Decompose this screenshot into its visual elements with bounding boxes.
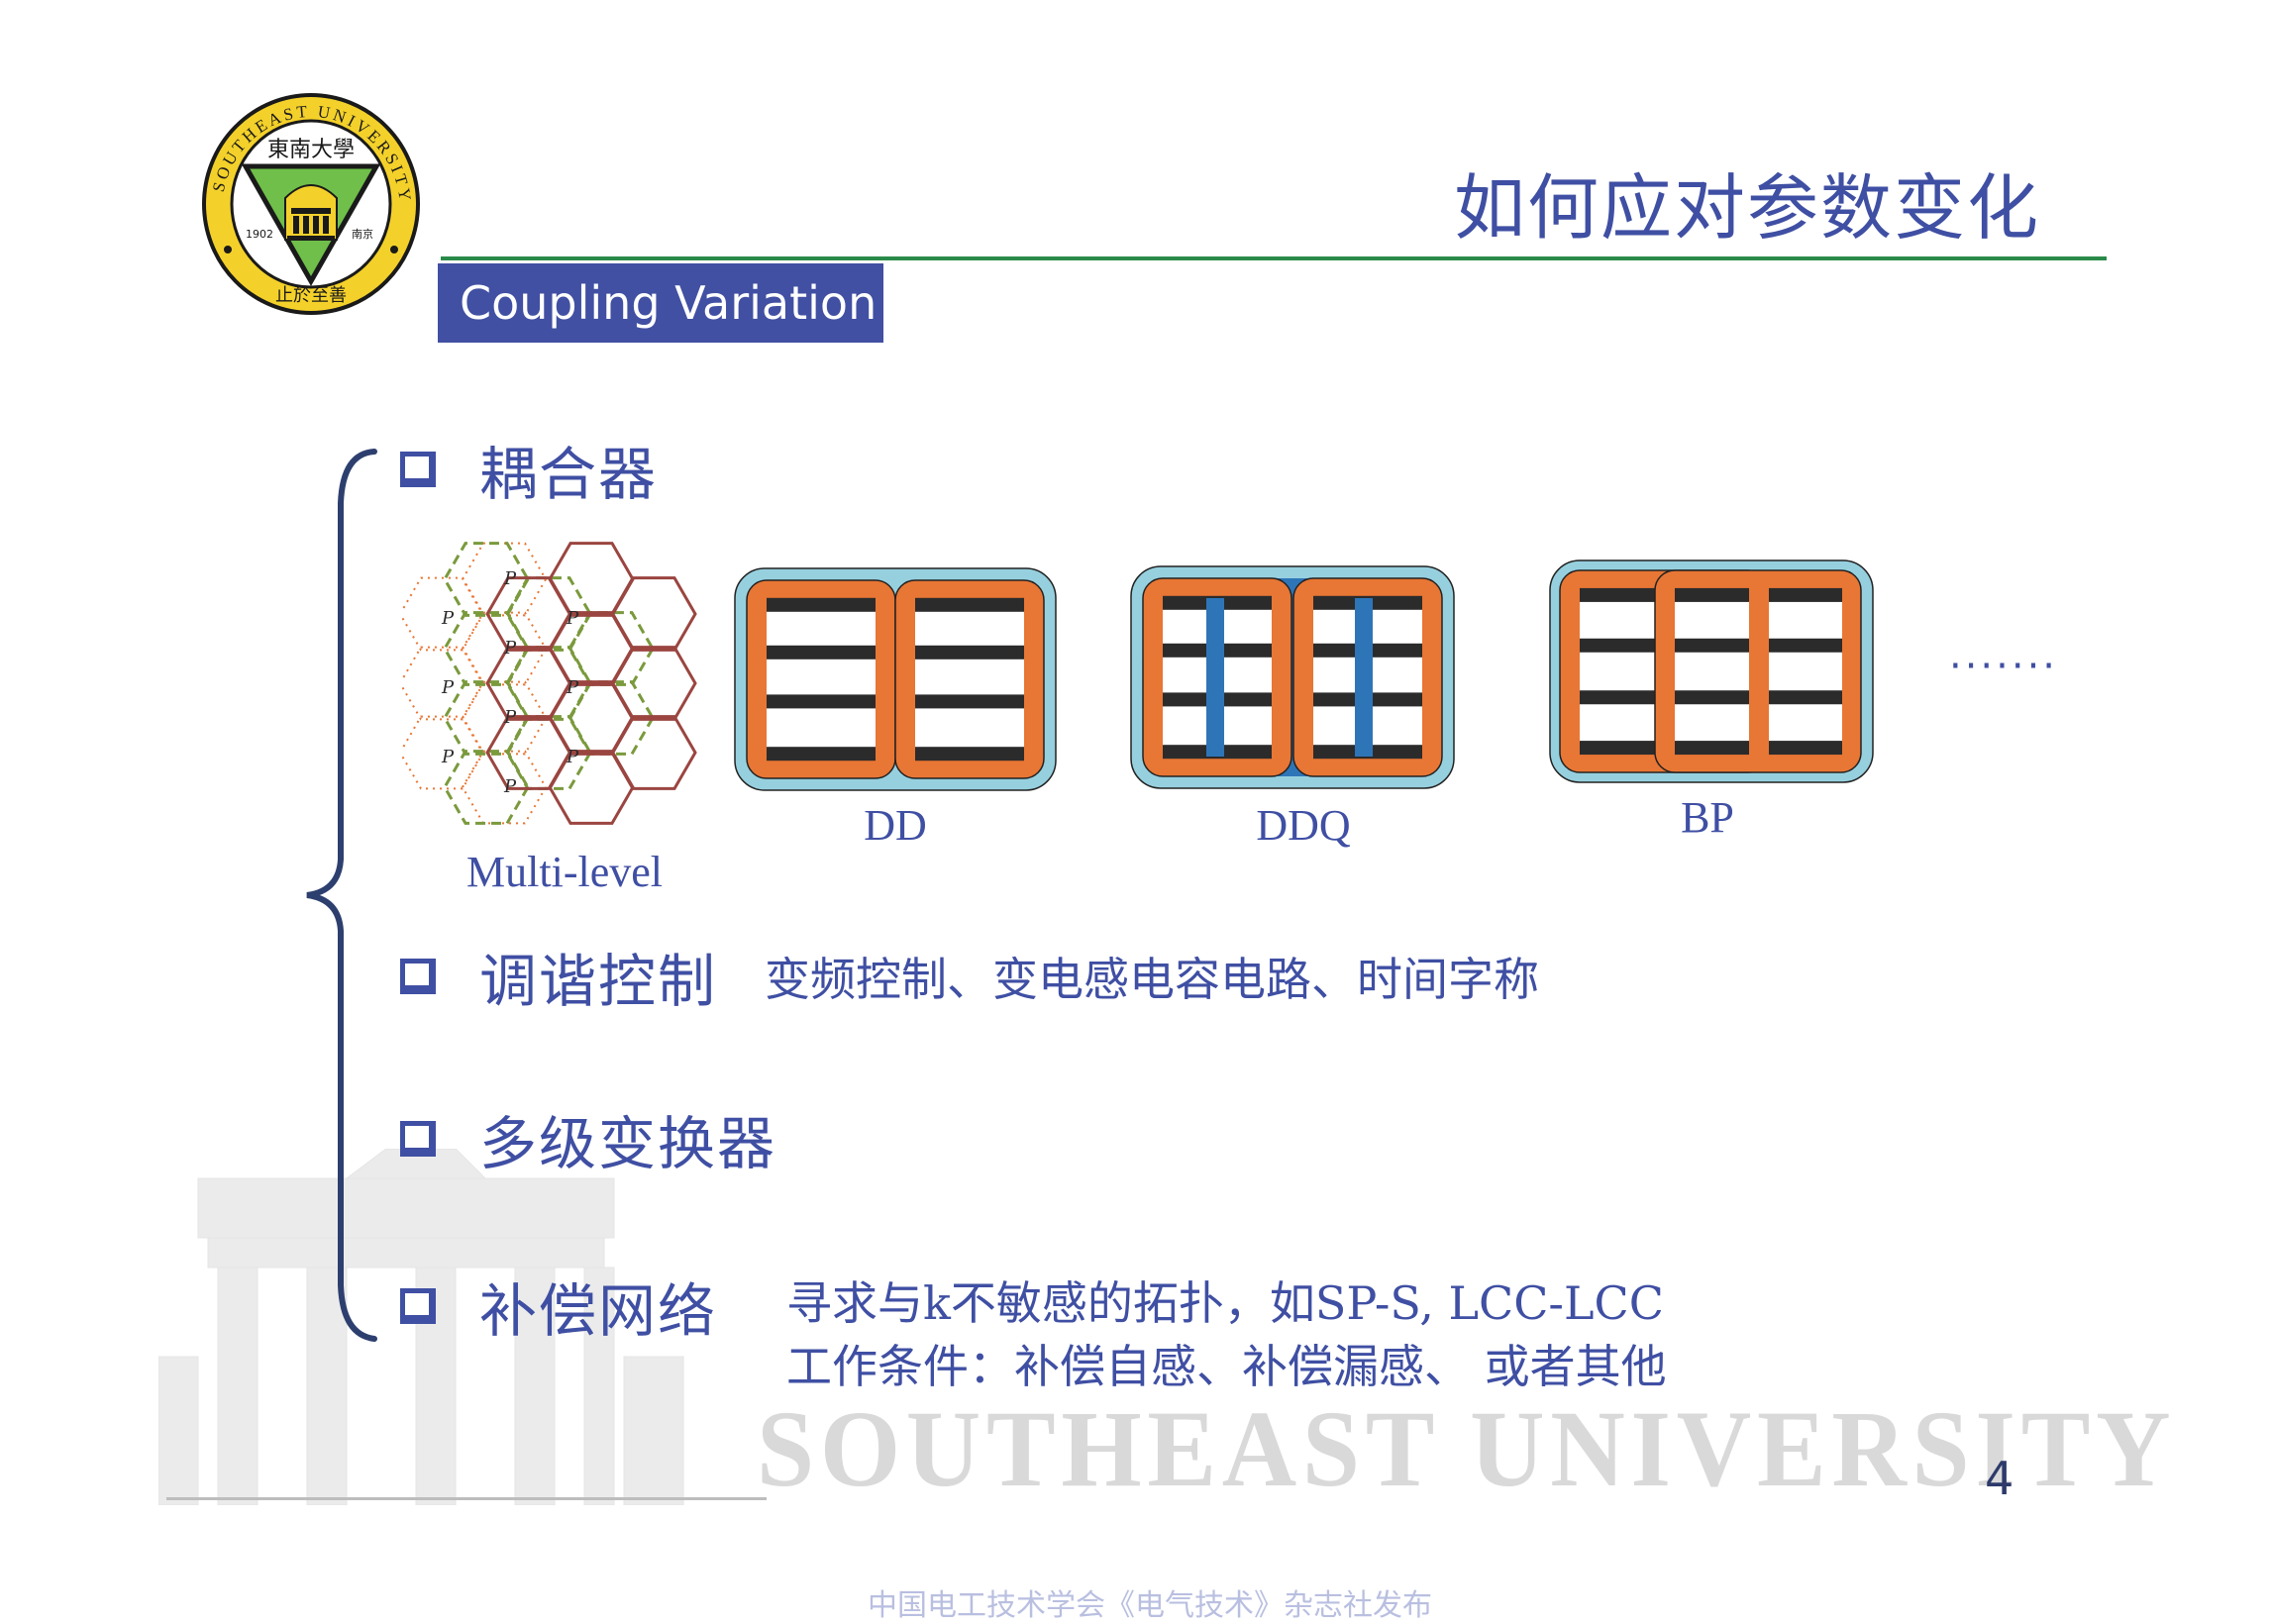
- dd-right-turn-bar: [915, 645, 1024, 660]
- hex-p-label: P: [441, 677, 455, 698]
- bp-turn-bar: [1675, 741, 1749, 756]
- hex-coil-layer3: [610, 576, 697, 652]
- bullet-item-coupler: 耦合器: [400, 428, 658, 511]
- checkbox-bullet-icon: [400, 1288, 436, 1324]
- figure-label-bp: BP: [1681, 793, 1734, 842]
- curly-brace-icon: [306, 449, 377, 1342]
- q-coil-bar: [1355, 598, 1373, 757]
- multilevel-hex-coil-figure: P P P P P P P P P P: [402, 542, 697, 825]
- bp-turn-bar: [1769, 741, 1842, 756]
- bp-turn-bar: [1769, 690, 1842, 705]
- dd-right-turn-bar: [915, 597, 1024, 612]
- ddq-pad-figure: [1130, 565, 1455, 789]
- bullet-item-multilevel-converter: 多级变换器: [400, 1097, 776, 1180]
- title-rule: [441, 256, 2107, 260]
- bullet-heading: 多级变换器: [479, 1110, 777, 1177]
- hex-p-label: P: [566, 608, 579, 629]
- university-logo: SOUTHEAST UNIVERSITY 東南大學 1902 南京 止於至善: [202, 93, 420, 315]
- university-watermark-text: SOUTHEAST UNIVERSITY: [757, 1388, 2177, 1509]
- section-banner-text: Coupling Variation: [460, 276, 877, 330]
- bp-turn-bar: [1769, 638, 1842, 653]
- hex-p-label: P: [566, 677, 579, 698]
- bullet-heading: 调谐控制: [479, 948, 718, 1015]
- bullet-description-block: 寻求与k不敏感的拓扑，如SP-S, LCC-LCC 工作条件：补偿自感、补偿漏感…: [786, 1271, 1667, 1398]
- dd-right-turn-bar: [915, 694, 1024, 709]
- hex-p-label: P: [503, 707, 517, 728]
- dd-pad-figure: [734, 567, 1057, 791]
- page-number: 4: [1985, 1452, 2014, 1505]
- bp-turn-bar: [1675, 638, 1749, 653]
- watermark-baseline: [166, 1497, 767, 1500]
- checkbox-bullet-icon: [400, 1121, 436, 1157]
- description-line: 工作条件：补偿自感、补偿漏感、 或者其他: [786, 1340, 1667, 1393]
- dd-left-turn-bar: [767, 645, 876, 660]
- figure-label-dd: DD: [864, 801, 927, 850]
- dd-right-turn-bar: [915, 747, 1024, 761]
- bullet-description: 变频控制、变电感电容电路、时间字称: [765, 953, 1540, 1006]
- dd-right-window: [915, 600, 1024, 759]
- bullet-heading: 耦合器: [479, 441, 659, 508]
- bullet-item-compensation-network: 补偿网络: [400, 1265, 717, 1348]
- logo-motto: 止於至善: [275, 285, 347, 306]
- dd-left-turn-bar: [767, 597, 876, 612]
- dd-left-turn-bar: [767, 747, 876, 761]
- bullet-heading: 补偿网络: [479, 1277, 718, 1345]
- bp-window: [1675, 590, 1749, 753]
- section-banner: Coupling Variation: [438, 263, 883, 343]
- slide-title: 如何应对参数变化: [1453, 166, 2040, 250]
- bullet-item-tuning-control: 调谐控制 变频控制、变电感电容电路、时间字称: [400, 935, 1539, 1018]
- bp-pad-figure: [1549, 559, 1874, 783]
- hex-p-label: P: [441, 608, 455, 629]
- figure-label-multilevel: Multi-level: [466, 848, 663, 896]
- logo-chinese-name: 東南大學: [267, 138, 355, 162]
- dd-left-turn-bar: [767, 694, 876, 709]
- logo-year: 1902: [246, 228, 273, 241]
- logo-city: 南京: [352, 227, 373, 241]
- description-line: 寻求与k不敏感的拓扑，如SP-S, LCC-LCC: [786, 1276, 1664, 1330]
- bp-turn-bar: [1769, 587, 1842, 602]
- hex-p-label: P: [566, 747, 579, 767]
- checkbox-bullet-icon: [400, 452, 436, 487]
- dd-left-window: [767, 600, 876, 759]
- more-ellipsis: ·······: [1949, 644, 2059, 689]
- hex-p-label: P: [441, 747, 455, 767]
- bp-turn-bar: [1675, 690, 1749, 705]
- hex-p-label: P: [503, 568, 517, 589]
- q-coil-bar: [1206, 598, 1224, 757]
- hex-coil-layer3: [548, 542, 635, 617]
- bp-window: [1769, 590, 1842, 753]
- publisher-footer: 中国电工技术学会《电气技术》杂志社发布: [868, 1588, 1432, 1623]
- bp-turn-bar: [1675, 587, 1749, 602]
- figure-label-ddq: DDQ: [1256, 801, 1351, 850]
- hex-p-label: P: [503, 776, 517, 797]
- checkbox-bullet-icon: [400, 959, 436, 994]
- hex-p-label: P: [503, 638, 517, 659]
